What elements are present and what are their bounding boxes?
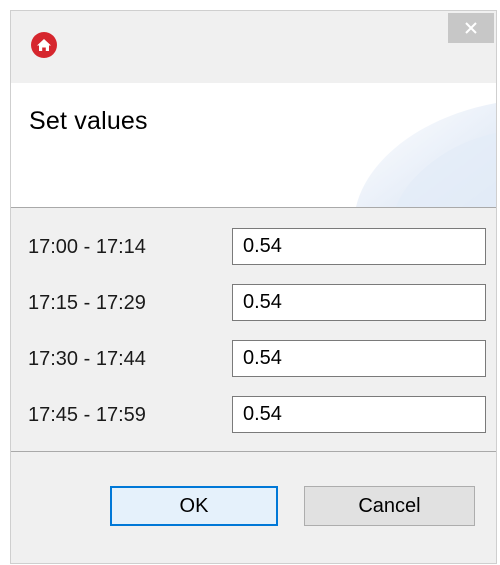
value-row: 17:30 - 17:44 [11,338,496,378]
ok-button[interactable]: OK [110,486,278,526]
value-input[interactable] [232,228,486,265]
time-range-label: 17:45 - 17:59 [28,404,146,426]
title-bar [11,11,496,83]
value-row: 17:45 - 17:59 [11,394,496,434]
set-values-dialog: Set values 17:00 - 17:14 17:15 - 17:29 1… [10,10,497,564]
dialog-title: Set values [29,107,148,135]
close-icon [464,21,478,35]
value-input[interactable] [232,284,486,321]
value-row: 17:00 - 17:14 [11,226,496,266]
time-range-label: 17:00 - 17:14 [28,236,146,258]
header-decoration [356,103,496,207]
home-icon [30,31,58,59]
footer-divider [11,451,496,452]
dialog-header: Set values [11,83,496,208]
value-input[interactable] [232,396,486,433]
value-input[interactable] [232,340,486,377]
close-button[interactable] [448,13,494,43]
cancel-button[interactable]: Cancel [304,486,475,526]
value-row: 17:15 - 17:29 [11,282,496,322]
time-range-label: 17:15 - 17:29 [28,292,146,314]
time-range-label: 17:30 - 17:44 [28,348,146,370]
